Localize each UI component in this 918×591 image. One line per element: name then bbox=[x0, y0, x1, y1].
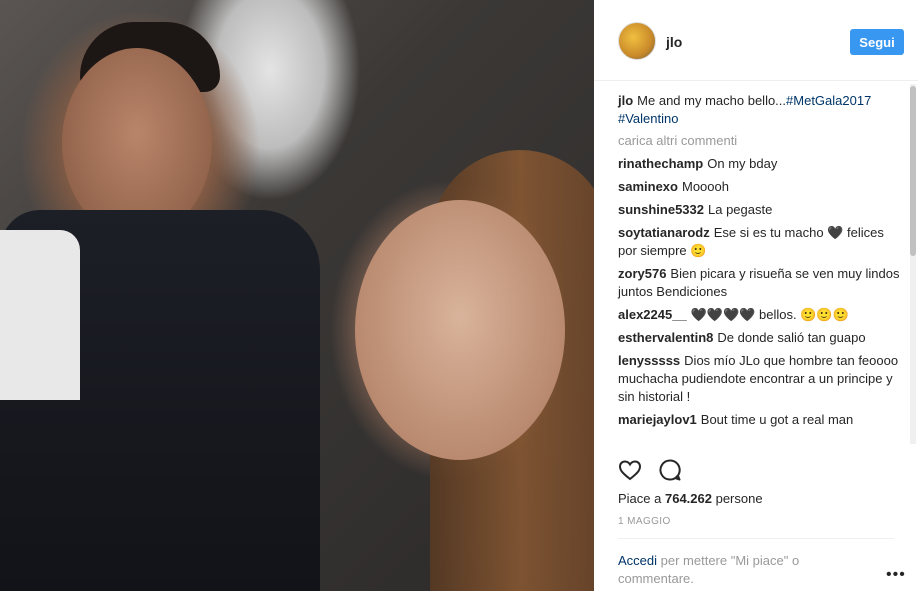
comment-text: Bout time u got a real man bbox=[700, 412, 854, 427]
login-link[interactable]: Accedi bbox=[618, 553, 657, 568]
likes-prefix: Piace a bbox=[618, 491, 665, 506]
comment-username[interactable]: alex2245__ bbox=[618, 307, 687, 322]
hashtag-link[interactable]: #MetGala2017 bbox=[786, 93, 871, 108]
comment-text: Mooooh bbox=[681, 179, 729, 194]
comment-item: saminexo Mooooh bbox=[618, 178, 902, 196]
comment-item: alex2245__ 🖤🖤🖤🖤 bellos. 🙂🙂🙂 bbox=[618, 306, 902, 324]
avatar[interactable] bbox=[618, 22, 656, 60]
photo-shirt bbox=[0, 230, 80, 400]
comment-item: soytatianarodz Ese si es tu macho 🖤 felic… bbox=[618, 224, 902, 260]
scrollbar-thumb[interactable] bbox=[910, 86, 916, 256]
comment-rows: rinathechamp On my bday saminexo Mooooh suns… bbox=[618, 155, 902, 429]
likes-suffix: persone bbox=[711, 491, 763, 506]
divider bbox=[618, 538, 894, 539]
action-bar bbox=[618, 458, 894, 482]
caption-text: Me and my macho bello... bbox=[637, 93, 787, 108]
caption: jlo Me and my macho bello...#MetGala2017 #… bbox=[618, 92, 902, 128]
comment-text: De donde salió tan guapo bbox=[717, 330, 866, 345]
login-prompt: Accedi per mettere "Mi piace" o commenta… bbox=[618, 552, 858, 588]
follow-button[interactable]: Segui bbox=[850, 29, 904, 55]
comment-username[interactable]: mariejaylov1 bbox=[618, 412, 697, 427]
comments-scrollbar[interactable] bbox=[910, 84, 916, 444]
username-link[interactable]: jlo bbox=[666, 34, 682, 50]
like-count: Piace a 764.262 persone bbox=[618, 491, 763, 506]
comment-item: lenysssss Dios mío JLo que hombre tan feo… bbox=[618, 352, 902, 406]
comment-item: zory576 Bien picara y risueña se ven muy … bbox=[618, 265, 902, 301]
comment-text: La pegaste bbox=[708, 202, 773, 217]
caption-username[interactable]: jlo bbox=[618, 93, 633, 108]
comment-text: 🖤🖤🖤🖤 bellos. 🙂🙂🙂 bbox=[690, 307, 849, 322]
more-options-icon[interactable]: ••• bbox=[886, 566, 906, 584]
post-panel: jlo Segui jlo Me and my macho bello...#Me… bbox=[594, 0, 918, 591]
comment-username[interactable]: esthervalentin8 bbox=[618, 330, 713, 345]
comment-username[interactable]: zory576 bbox=[618, 266, 666, 281]
likes-number: 764.262 bbox=[664, 491, 712, 506]
comment-item: rinathechamp On my bday bbox=[618, 155, 902, 173]
comment-username[interactable]: saminexo bbox=[618, 179, 678, 194]
hashtag-link[interactable]: #Valentino bbox=[618, 111, 678, 126]
post-photo[interactable] bbox=[0, 0, 594, 591]
comment-username[interactable]: lenysssss bbox=[618, 353, 680, 368]
comment-item: mariejaylov1 Bout time u got a real man bbox=[618, 411, 902, 429]
comment-text: On my bday bbox=[707, 156, 778, 171]
comment-item: esthervalentin8 De donde salió tan guapo bbox=[618, 329, 902, 347]
post-header: jlo Segui bbox=[594, 0, 918, 81]
photo-face-woman bbox=[355, 200, 565, 460]
comment-username[interactable]: rinathechamp bbox=[618, 156, 703, 171]
comment-username[interactable]: soytatianarodz bbox=[618, 225, 710, 240]
comment-username[interactable]: sunshine5332 bbox=[618, 202, 704, 217]
load-more-comments[interactable]: carica altri commenti bbox=[618, 133, 902, 148]
post-date[interactable]: 1 maggio bbox=[618, 516, 671, 527]
heart-icon[interactable] bbox=[618, 458, 642, 482]
comment-item: sunshine5332 La pegaste bbox=[618, 201, 902, 219]
comment-list[interactable]: jlo Me and my macho bello...#MetGala2017 #… bbox=[594, 92, 902, 446]
comment-icon[interactable] bbox=[658, 458, 682, 482]
